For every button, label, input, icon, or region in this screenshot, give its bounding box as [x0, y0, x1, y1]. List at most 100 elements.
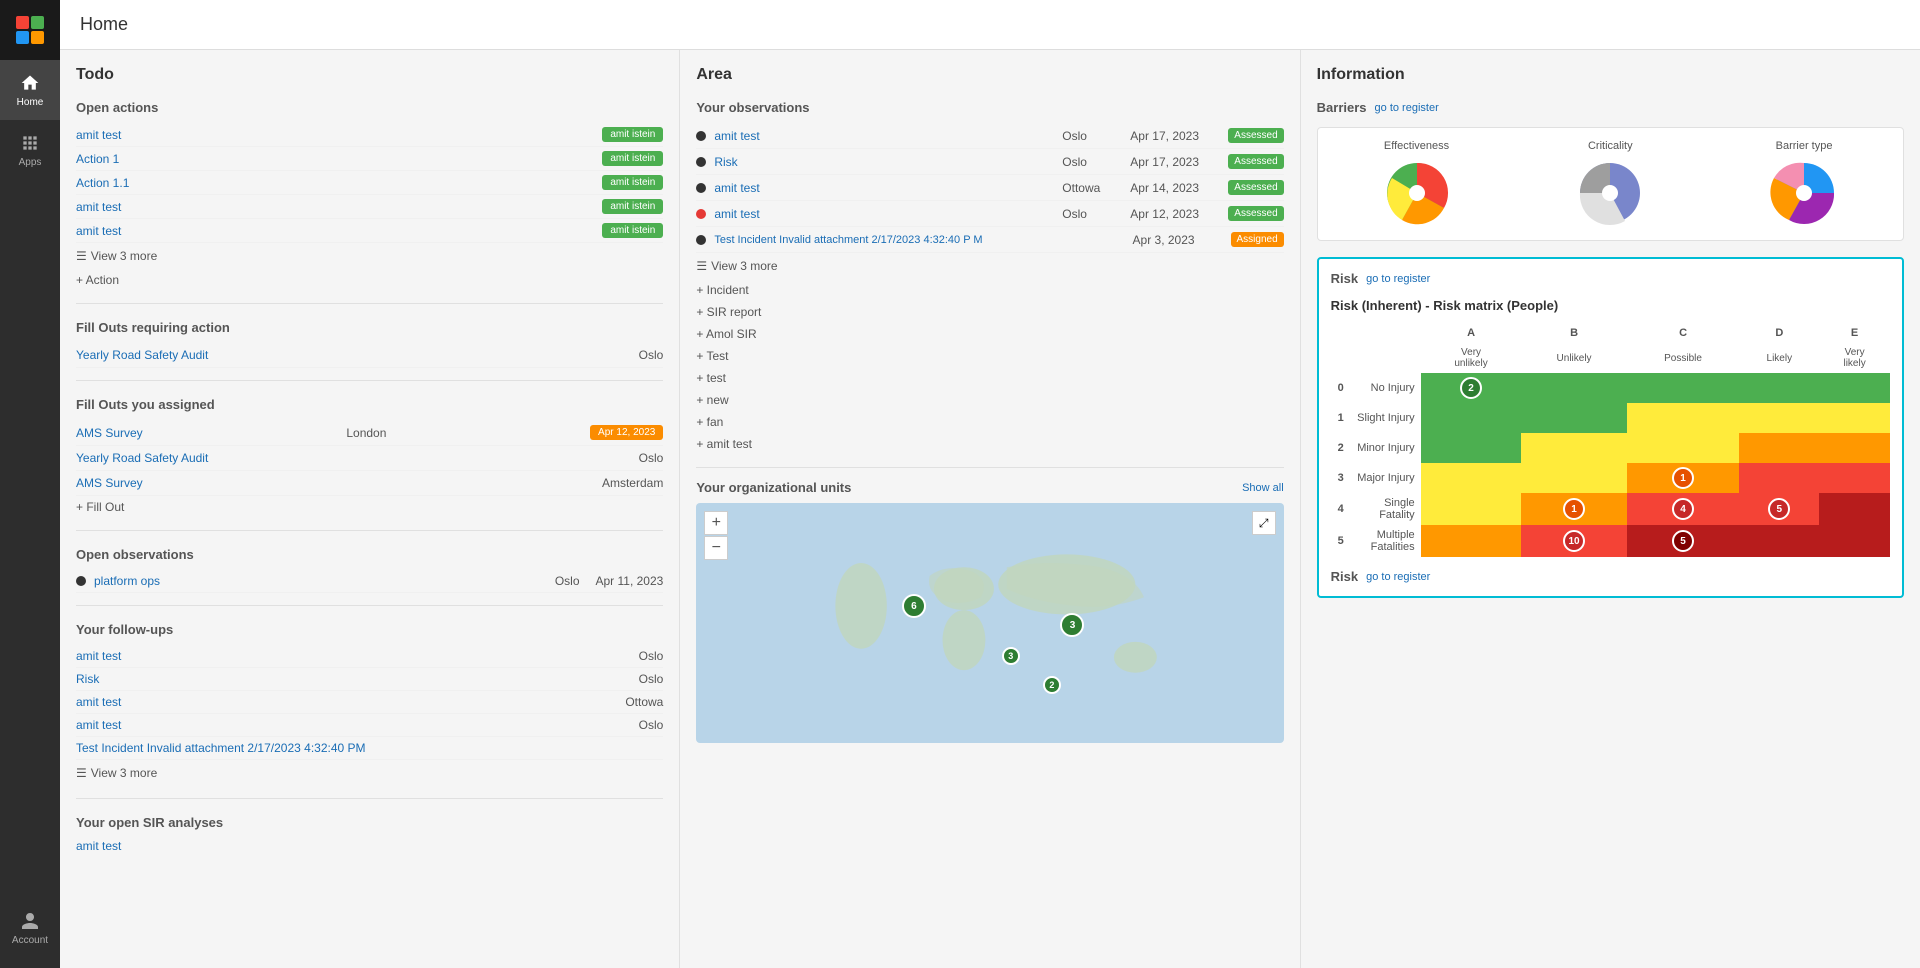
area-obs-loc-3: Ottowa [1062, 181, 1122, 195]
area-obs-status-2: Assessed [1228, 154, 1283, 169]
action-row: Action 1 amit istein [76, 147, 663, 171]
add-amit-button[interactable]: + amit test [696, 433, 1283, 455]
open-obs-date-1: Apr 11, 2023 [596, 574, 664, 588]
action-badge-4: amit istein [602, 199, 663, 214]
cell-num-5-b: 10 [1563, 530, 1585, 552]
followup-loc-2: Oslo [639, 672, 664, 686]
area-obs-date-5: Apr 3, 2023 [1133, 233, 1223, 247]
risk-header: Risk go to register [1331, 271, 1890, 286]
view-more-actions[interactable]: ☰ View 3 more [76, 243, 663, 269]
barriers-title: Barriers [1317, 100, 1367, 115]
add-fan-button[interactable]: + fan [696, 411, 1283, 433]
cell-5-b: 10 [1521, 525, 1626, 557]
open-obs-loc-1: Oslo [555, 574, 580, 588]
map-marker-1[interactable]: 6 [902, 594, 926, 618]
action-badge-1: amit istein [602, 127, 663, 142]
add-test2-button[interactable]: + test [696, 367, 1283, 389]
followup-loc-4: Oslo [639, 718, 664, 732]
action-link-5[interactable]: amit test [76, 224, 121, 238]
area-obs-dot-3 [696, 183, 706, 193]
fillout-requiring-link-1[interactable]: Yearly Road Safety Audit [76, 348, 208, 362]
area-obs-link-1[interactable]: amit test [714, 129, 1054, 143]
barrier-chart [1769, 158, 1839, 228]
area-obs-status-3: Assessed [1228, 180, 1283, 195]
sidebar-account-label: Account [12, 935, 48, 946]
followup-link-2[interactable]: Risk [76, 672, 99, 686]
action-link-3[interactable]: Action 1.1 [76, 176, 129, 190]
area-obs-dot-2 [696, 157, 706, 167]
area-obs-dot-5 [696, 235, 706, 245]
cell-0-e [1819, 373, 1890, 403]
map-zoom-out[interactable]: − [704, 536, 728, 560]
show-all-link[interactable]: Show all [1242, 482, 1284, 494]
sidebar-account[interactable]: Account [0, 898, 60, 958]
action-link-2[interactable]: Action 1 [76, 152, 119, 166]
sidebar-item-home[interactable]: Home [0, 60, 60, 120]
todo-title: Todo [76, 66, 663, 84]
action-link-1[interactable]: amit test [76, 128, 121, 142]
area-obs-link-2[interactable]: Risk [714, 155, 1054, 169]
area-obs-link-5[interactable]: Test Incident Invalid attachment 2/17/20… [714, 234, 1124, 246]
fillout-assigned-row-3: AMS Survey Amsterdam [76, 471, 663, 496]
cell-3-b [1521, 463, 1626, 493]
open-obs-link-1[interactable]: platform ops [94, 574, 160, 588]
cell-0-b [1521, 373, 1626, 403]
information-column: Information Barriers go to register Effe… [1301, 50, 1920, 968]
cell-0-d [1739, 373, 1819, 403]
followup-link-4[interactable]: amit test [76, 718, 121, 732]
map-expand[interactable]: ⤢ [1252, 511, 1276, 535]
add-amol-button[interactable]: + Amol SIR [696, 323, 1283, 345]
followup-link-1[interactable]: amit test [76, 649, 121, 663]
map-controls: + − [704, 511, 728, 560]
barriers-go-register[interactable]: go to register [1375, 102, 1439, 114]
add-test-button[interactable]: + Test [696, 345, 1283, 367]
fillout-assigned-link-3[interactable]: AMS Survey [76, 476, 143, 490]
add-action-button[interactable]: + Action [76, 269, 663, 291]
risk-matrix-title: Risk (Inherent) - Risk matrix (People) [1331, 298, 1890, 313]
add-sir-button[interactable]: + SIR report [696, 301, 1283, 323]
add-incident-button[interactable]: + Incident [696, 279, 1283, 301]
sidebar-item-apps[interactable]: Apps [0, 120, 60, 180]
followup-link-3[interactable]: amit test [76, 695, 121, 709]
action-row: amit test amit istein [76, 123, 663, 147]
col-header-c: C [1627, 323, 1740, 343]
action-link-4[interactable]: amit test [76, 200, 121, 214]
add-fillout-button[interactable]: + Fill Out [76, 496, 663, 518]
risk-section: Risk go to register Risk (Inherent) - Ri… [1317, 257, 1904, 598]
fillout-assigned-link-1[interactable]: AMS Survey [76, 426, 143, 440]
area-obs-loc-2: Oslo [1062, 155, 1122, 169]
map-marker-4[interactable]: 2 [1043, 676, 1061, 694]
area-obs-row-4: amit test Oslo Apr 12, 2023 Assessed [696, 201, 1283, 227]
risk-go-register-2[interactable]: go to register [1366, 571, 1430, 583]
view-more-followups[interactable]: ☰ View 3 more [76, 760, 663, 786]
cell-num-4-b: 1 [1563, 498, 1585, 520]
sira-link[interactable]: amit test [76, 839, 121, 853]
area-obs-link-3[interactable]: amit test [714, 181, 1054, 195]
map-zoom-in[interactable]: + [704, 511, 728, 535]
view-more-obs[interactable]: ☰ View 3 more [696, 253, 1283, 279]
obs-dot-1 [76, 576, 86, 586]
action-row: amit test amit istein [76, 219, 663, 243]
risk-title: Risk [1331, 271, 1358, 286]
followups-title: Your follow-ups [76, 622, 663, 637]
map-marker-3[interactable]: 3 [1002, 647, 1020, 665]
cell-2-a [1421, 433, 1522, 463]
add-new-button[interactable]: + new [696, 389, 1283, 411]
effectiveness-chart [1382, 158, 1452, 228]
matrix-row-0: 0 No Injury 2 [1331, 373, 1890, 403]
pie-criticality-label: Criticality [1588, 140, 1633, 152]
followup-link-5[interactable]: Test Incident Invalid attachment 2/17/20… [76, 741, 366, 755]
area-obs-link-4[interactable]: amit test [714, 207, 1054, 221]
followup-loc-3: Ottowa [625, 695, 663, 709]
cell-0-c [1627, 373, 1740, 403]
col-sub-e: Verylikely [1819, 343, 1890, 373]
followup-loc-1: Oslo [639, 649, 664, 663]
pie-criticality: Criticality [1575, 140, 1645, 228]
fillout-assigned-link-2[interactable]: Yearly Road Safety Audit [76, 451, 208, 465]
risk-go-register[interactable]: go to register [1366, 273, 1430, 285]
col-header-a: A [1421, 323, 1522, 343]
col-header-e: E [1819, 323, 1890, 343]
fill-outs-requiring-title: Fill Outs requiring action [76, 320, 663, 335]
main-area: Home Todo Open actions amit test amit is… [60, 0, 1920, 968]
cell-5-d [1739, 525, 1819, 557]
